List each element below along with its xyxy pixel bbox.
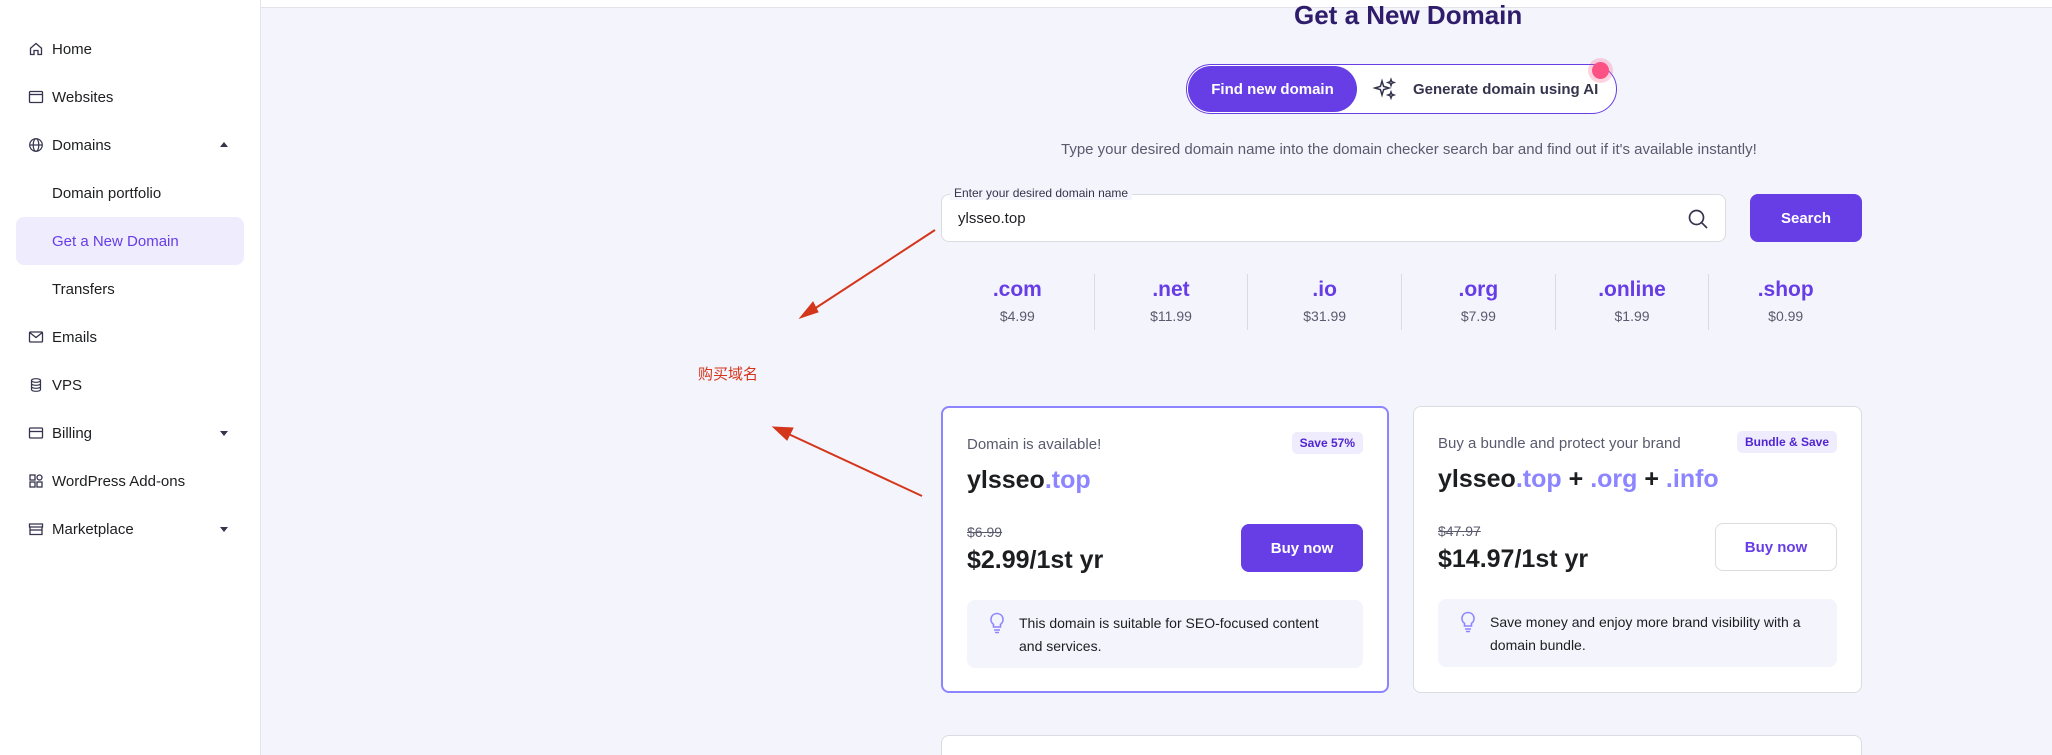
bundle-tip-box: Save money and enjoy more brand visibili… [1438,599,1837,667]
chevron-up-icon [220,142,228,147]
tld-price: $7.99 [1460,308,1496,324]
sidebar-item-label: Get a New Domain [52,232,179,250]
domain-base: ylsseo [967,466,1045,494]
addons-icon [28,473,44,489]
sidebar-item-vps[interactable]: VPS [16,361,244,409]
tld-name: .com [992,278,1042,301]
sidebar-item-label: Domains [52,136,112,154]
mail-icon [28,329,44,345]
search-mode-toggle: Find new domain Generate domain using AI [1186,64,1617,114]
domain-search-input[interactable] [958,195,1678,241]
sidebar-item-home[interactable]: Home [16,25,244,73]
sidebar-item-billing[interactable]: Billing [16,409,244,457]
domain-extension: .org [1590,465,1638,493]
available-domain-card: Domain is available! Save 57% ylsseo.top… [941,406,1389,693]
search-button[interactable]: Search [1750,194,1862,242]
discounted-price: $2.99/1st yr [967,546,1104,574]
chevron-down-icon [220,431,228,436]
tld-price: $0.99 [1768,308,1804,324]
sidebar-item-label: Websites [52,88,114,106]
sidebar: Home Websites Domains Domain portfolio G… [0,0,261,755]
page-title: Get a New Domain [1294,0,1523,30]
sidebar-nav: Home Websites Domains Domain portfolio G… [16,25,244,553]
discount-badge: Save 57% [1291,432,1363,454]
original-price: $47.97 [1438,523,1481,539]
bundle-tip-text: Save money and enjoy more brand visibili… [1490,614,1801,653]
bundle-badge: Bundle & Save [1736,431,1837,453]
chevron-down-icon [220,527,228,532]
sidebar-item-label: Marketplace [52,520,134,538]
sidebar-item-label: Transfers [52,280,115,298]
tld-price: $11.99 [1150,308,1192,324]
sidebar-item-domains[interactable]: Domains [16,121,244,169]
original-price: $6.99 [967,524,1003,540]
sidebar-item-label: Emails [52,328,98,346]
sidebar-item-wordpress-addons[interactable]: WordPress Add-ons [16,457,244,505]
sidebar-item-label: Domain portfolio [52,184,162,202]
tld-price: $31.99 [1303,308,1347,324]
plus-sign: + [1568,465,1584,493]
top-bar [261,0,2052,8]
domain-tip-box: This domain is suitable for SEO-focused … [967,600,1363,668]
tld-price: $4.99 [999,308,1035,324]
sidebar-item-domain-portfolio[interactable]: Domain portfolio [16,169,244,217]
tld-name: .io [1312,278,1337,301]
tld-item-online[interactable]: .online $1.99 [1556,274,1710,330]
plus-sign: + [1644,465,1659,493]
tld-item-shop[interactable]: .shop $0.99 [1709,274,1862,330]
sidebar-item-get-new-domain[interactable]: Get a New Domain [16,217,244,265]
tld-list: .com $4.99 .net $11.99 .io $31.99 .org $… [941,274,1862,330]
store-icon [28,521,44,537]
home-icon [28,41,44,57]
annotation-label: 购买域名 [698,366,759,383]
domain-extension: .top [1044,466,1091,494]
search-description: Type your desired domain name into the d… [1061,141,1757,158]
globe-icon [28,137,44,153]
bundle-heading: Buy a bundle and protect your brand [1438,435,1681,452]
tld-name: .net [1152,278,1190,301]
domain-search-field: Enter your desired domain name [941,186,1726,242]
buy-now-button[interactable]: Buy now [1715,523,1837,571]
sidebar-item-label: Billing [52,424,93,442]
domain-extension: .info [1665,465,1719,493]
bundle-domain-names: ylsseo.top + .org + .info [1438,465,1719,494]
lightbulb-icon [1461,611,1475,633]
sidebar-item-marketplace[interactable]: Marketplace [16,505,244,553]
sidebar-item-label: WordPress Add-ons [52,472,186,490]
availability-status: Domain is available! [967,436,1102,453]
domain-extension: .top [1515,465,1562,493]
domain-base: ylsseo [1438,465,1516,493]
generate-domain-ai-tab[interactable]: Generate domain using AI [1373,66,1598,112]
buy-now-button[interactable]: Buy now [1241,524,1363,572]
next-card-partial [941,735,1862,755]
tld-item-com[interactable]: .com $4.99 [941,274,1095,330]
tld-name: .shop [1757,278,1814,301]
tld-name: .online [1598,278,1666,301]
sidebar-item-label: VPS [52,376,83,394]
tld-item-io[interactable]: .io $31.99 [1248,274,1403,330]
notification-dot [1592,62,1609,79]
tld-name: .org [1458,278,1499,301]
sidebar-item-transfers[interactable]: Transfers [16,265,244,313]
tld-item-net[interactable]: .net $11.99 [1095,274,1249,330]
domain-name: ylsseo.top [967,466,1091,495]
domain-tip-text: This domain is suitable for SEO-focused … [1019,615,1319,654]
tld-price: $1.99 [1614,308,1650,324]
tld-item-org[interactable]: .org $7.99 [1402,274,1556,330]
bundle-domain-card: Buy a bundle and protect your brand Bund… [1413,406,1862,693]
discounted-price: $14.97/1st yr [1438,545,1589,573]
annotation-arrow-top [807,229,936,314]
card-icon [28,425,44,441]
sidebar-item-emails[interactable]: Emails [16,313,244,361]
lightbulb-icon [990,612,1004,634]
search-icon[interactable] [1687,208,1709,230]
sidebar-item-websites[interactable]: Websites [16,73,244,121]
browser-icon [28,89,44,105]
sparkle-icon [1373,77,1397,101]
find-new-domain-tab[interactable]: Find new domain [1188,66,1357,112]
server-icon [28,377,44,393]
sidebar-item-label: Home [52,40,93,58]
generate-domain-ai-label: Generate domain using AI [1413,80,1599,98]
annotation-arrow-bottom [781,430,923,497]
